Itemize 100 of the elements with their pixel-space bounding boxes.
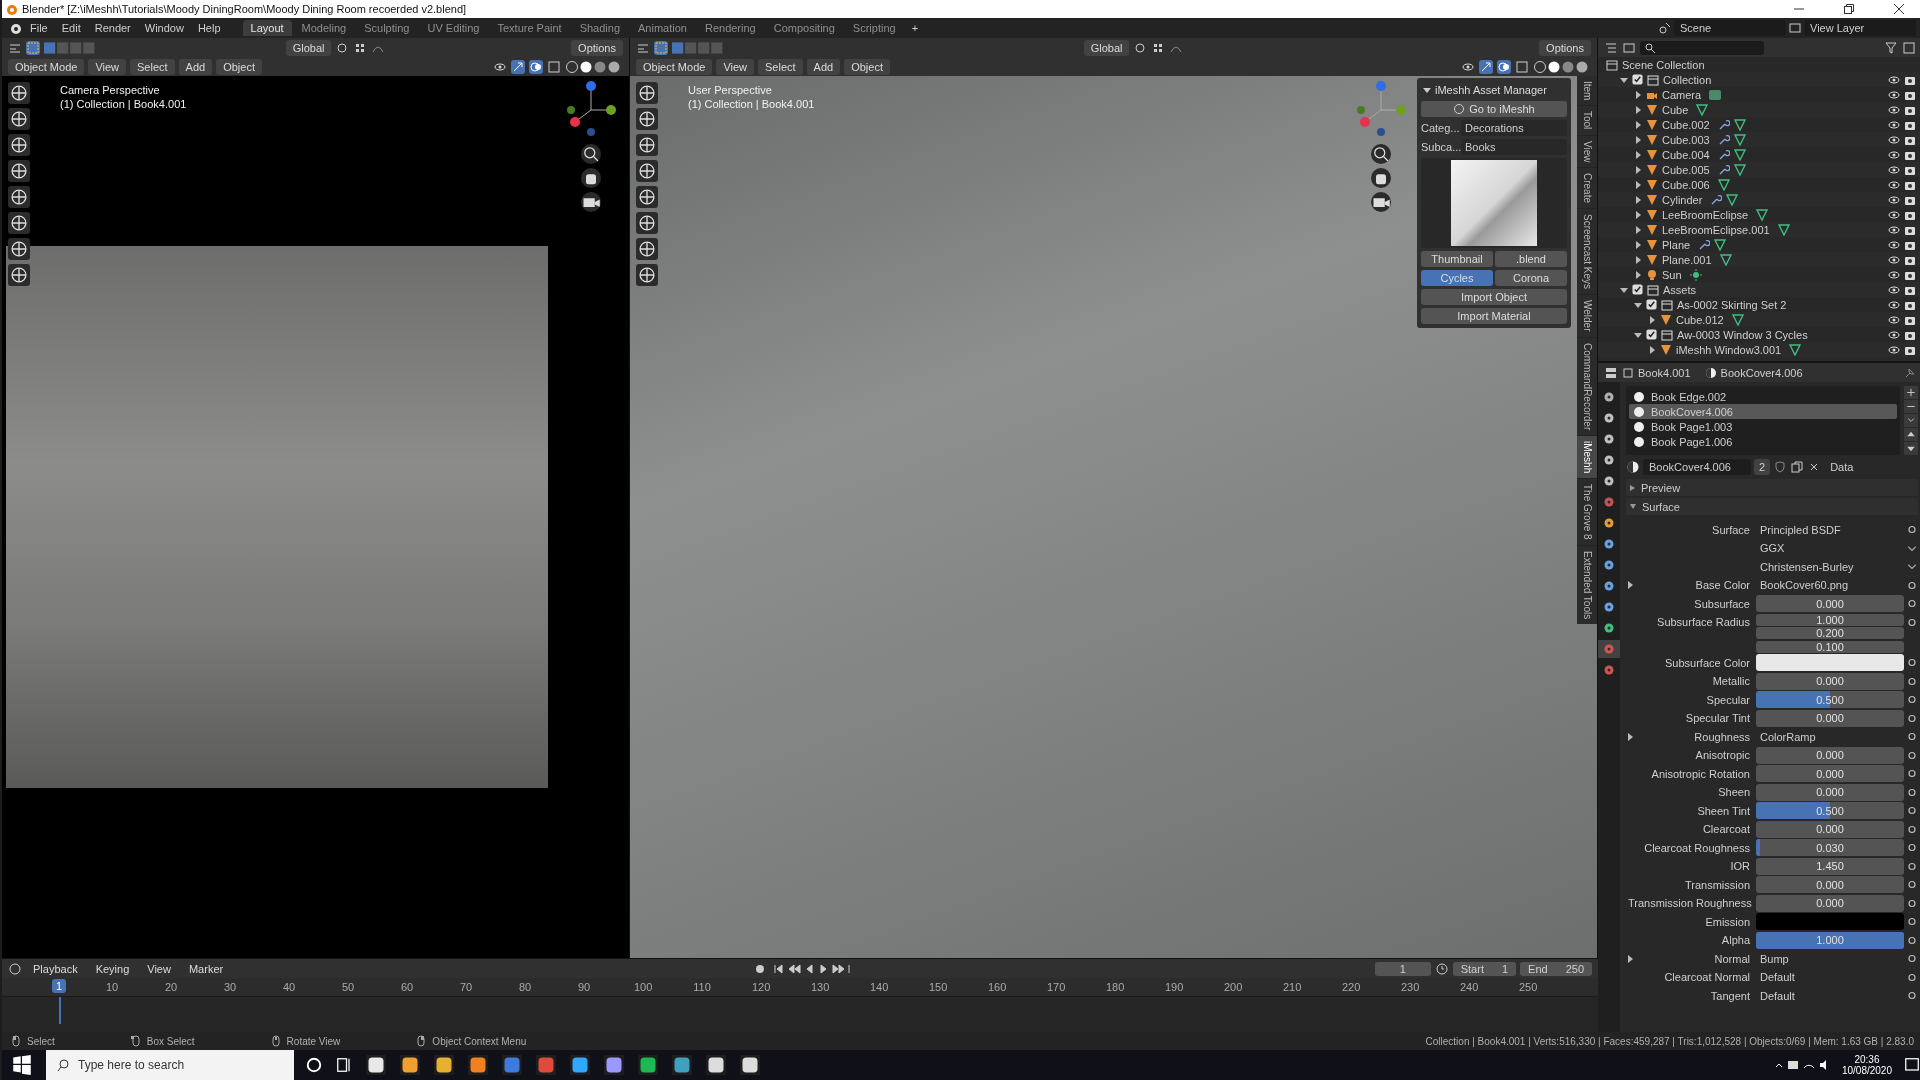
duplicate-icon[interactable]	[1790, 460, 1805, 474]
pivot-icon[interactable]	[1133, 40, 1148, 55]
pin-icon[interactable]	[1904, 366, 1916, 379]
eye-icon[interactable]	[1888, 343, 1900, 356]
eye-icon[interactable]	[1888, 73, 1900, 86]
checkbox[interactable]	[1632, 284, 1643, 295]
timeline-menu[interactable]: Playback	[26, 960, 85, 977]
sidebar-tab[interactable]: View	[1577, 135, 1597, 168]
number-field[interactable]: 0.000	[1756, 783, 1904, 801]
expand-arrow-icon[interactable]	[1634, 165, 1642, 174]
sidebar-tab[interactable]: Create	[1577, 168, 1597, 209]
timeline-menu[interactable]: View	[140, 960, 178, 977]
panel-header[interactable]: Preview	[1626, 479, 1918, 496]
playback-controls-icon[interactable]	[771, 961, 852, 976]
end-frame-field[interactable]: End 250	[1520, 961, 1592, 976]
workspace-tab[interactable]: Texture Paint	[489, 20, 570, 36]
options-dropdown[interactable]: Options	[1539, 39, 1591, 56]
workspace-tab[interactable]: Scripting	[844, 20, 904, 36]
eye-icon[interactable]	[1888, 328, 1900, 341]
plus-icon[interactable]	[1904, 386, 1918, 399]
sidebar-tab[interactable]: CommandRecorder	[1577, 337, 1597, 436]
sidebar-tab[interactable]: Item	[1577, 76, 1597, 106]
eye-icon[interactable]	[1888, 133, 1900, 146]
viewport-menu[interactable]: Select	[758, 58, 803, 75]
outliner-item[interactable]: LeeBroomEclipse.001	[1662, 223, 1770, 236]
shield-icon[interactable]	[1773, 460, 1788, 474]
app-icon[interactable]	[400, 1055, 420, 1075]
expand-arrow-icon[interactable]	[1634, 330, 1642, 339]
eye-icon[interactable]	[1888, 163, 1900, 176]
orientation-dropdown[interactable]: Global	[285, 39, 332, 56]
mode-dropdown[interactable]: Object Mode	[636, 58, 713, 75]
app-icon[interactable]	[570, 1055, 590, 1075]
close-icon[interactable]	[1893, 3, 1905, 15]
app-icon[interactable]	[604, 1055, 624, 1075]
blend-button[interactable]: .blend	[1495, 251, 1567, 267]
checkbox[interactable]	[1646, 329, 1657, 340]
eye-icon[interactable]	[1888, 283, 1900, 296]
gizmo-toggle-icon[interactable]	[511, 59, 525, 74]
editor-type-icon[interactable]	[8, 961, 22, 976]
viewport-menu[interactable]: View	[716, 58, 755, 75]
eye-icon[interactable]	[1888, 208, 1900, 221]
expand-arrow-icon[interactable]	[1634, 225, 1642, 234]
clock-time[interactable]: 20:36	[1854, 1054, 1880, 1065]
app-icon[interactable]	[366, 1055, 386, 1075]
number-field[interactable]: 0.000	[1756, 765, 1904, 782]
eye-icon[interactable]	[1888, 118, 1900, 131]
search-field[interactable]	[1640, 40, 1764, 55]
material-slot[interactable]: Book Page1.006	[1629, 434, 1897, 449]
overlay-toggle-icon[interactable]	[1497, 59, 1511, 74]
material-browse-icon[interactable]	[1626, 460, 1640, 474]
timeline-menu[interactable]: Marker	[181, 960, 231, 977]
color-swatch[interactable]	[1756, 913, 1904, 930]
category-dropdown[interactable]: Decorations	[1461, 120, 1567, 136]
expand-arrow-icon[interactable]	[1626, 732, 1634, 741]
expand-arrow-icon[interactable]	[1634, 90, 1642, 99]
mode-dropdown[interactable]: Object Mode	[8, 58, 85, 75]
outliner-item[interactable]: Cube.003	[1662, 133, 1710, 146]
outliner-item[interactable]: Scene Collection	[1622, 58, 1705, 71]
restore-icon[interactable]	[1843, 3, 1855, 15]
viewport-menu[interactable]: View	[88, 58, 127, 75]
expand-arrow-icon[interactable]	[1626, 581, 1634, 589]
viewport-menu[interactable]: Select	[130, 58, 175, 75]
add-workspace-button[interactable]: +	[905, 20, 925, 36]
workspace-tab[interactable]: Modeling	[293, 20, 355, 36]
thumbnail-image[interactable]	[1451, 160, 1537, 246]
select-box-icon[interactable]	[654, 40, 668, 55]
playhead-frame[interactable]: 1	[52, 979, 67, 993]
expand-arrow-icon[interactable]	[1634, 105, 1642, 114]
number-field[interactable]: 0.000	[1756, 746, 1904, 764]
app-icon[interactable]	[740, 1055, 760, 1075]
expand-arrow-icon[interactable]	[1648, 345, 1656, 354]
scene-field[interactable]: Scene	[1674, 20, 1786, 36]
number-field[interactable]: 1.450	[1756, 857, 1904, 875]
material-slot[interactable]: BookCover4.006	[1629, 404, 1897, 419]
outliner-item[interactable]: Plane	[1662, 238, 1691, 251]
outliner-item[interactable]: iMeshh Window3.001	[1676, 343, 1782, 356]
eye-icon[interactable]	[1888, 148, 1900, 161]
number-field[interactable]: 0.030	[1756, 839, 1904, 856]
go-to-site-button[interactable]: Go to iMeshh	[1421, 101, 1567, 117]
expand-arrow-icon[interactable]	[1620, 285, 1628, 294]
outliner-item[interactable]: LeeBroomEclipse	[1662, 208, 1749, 221]
caret-icon[interactable]	[1904, 414, 1918, 427]
outliner-item[interactable]: Cube	[1662, 103, 1689, 116]
timeline-menu[interactable]: Keying	[88, 960, 137, 977]
number-field[interactable]: 1.000	[1756, 613, 1904, 626]
taskbar-search-field[interactable]: Type here to search	[46, 1050, 294, 1080]
expand-arrow-icon[interactable]	[1423, 86, 1431, 94]
eye-icon[interactable]	[1888, 193, 1900, 206]
minus-icon[interactable]	[1904, 400, 1918, 413]
workspace-tab[interactable]: Rendering	[696, 20, 764, 36]
pivot-icon[interactable]	[335, 40, 350, 55]
start-frame-field[interactable]: Start 1	[1452, 961, 1517, 976]
sidebar-tab[interactable]: The Grove 8	[1577, 479, 1597, 545]
number-field[interactable]: 0.000	[1756, 595, 1904, 612]
sidebar-tab[interactable]: Extended Tools	[1577, 546, 1597, 625]
number-field[interactable]: 0.000	[1756, 894, 1904, 912]
number-field[interactable]: 0.000	[1756, 876, 1904, 893]
workspace-tab[interactable]: Shading	[571, 20, 629, 36]
current-frame-field[interactable]: 1	[1374, 961, 1431, 976]
material-slot[interactable]: Book Page1.003	[1629, 419, 1897, 434]
